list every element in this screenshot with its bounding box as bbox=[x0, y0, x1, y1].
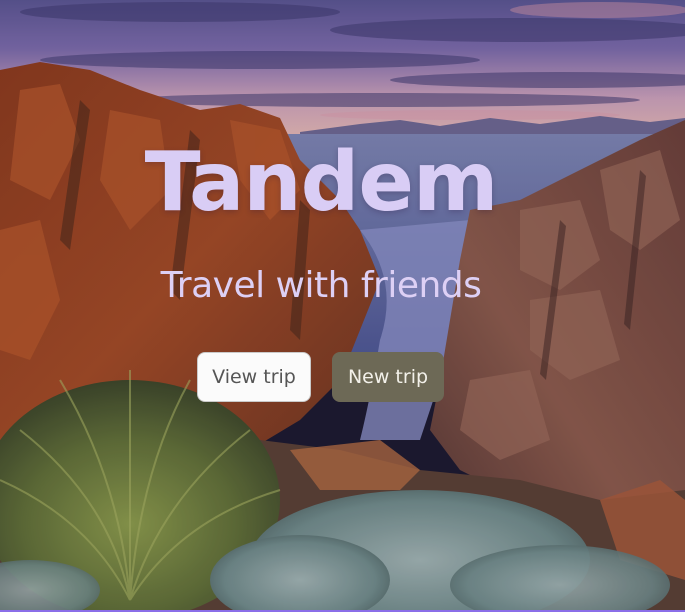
view-trip-button[interactable]: View trip bbox=[197, 352, 311, 402]
app-title: Tandem bbox=[144, 135, 499, 230]
hero-section: Tandem Travel with friends View trip New… bbox=[0, 0, 685, 612]
new-trip-button[interactable]: New trip bbox=[332, 352, 444, 402]
app-tagline: Travel with friends bbox=[160, 265, 482, 306]
hero-background-image bbox=[0, 0, 685, 612]
